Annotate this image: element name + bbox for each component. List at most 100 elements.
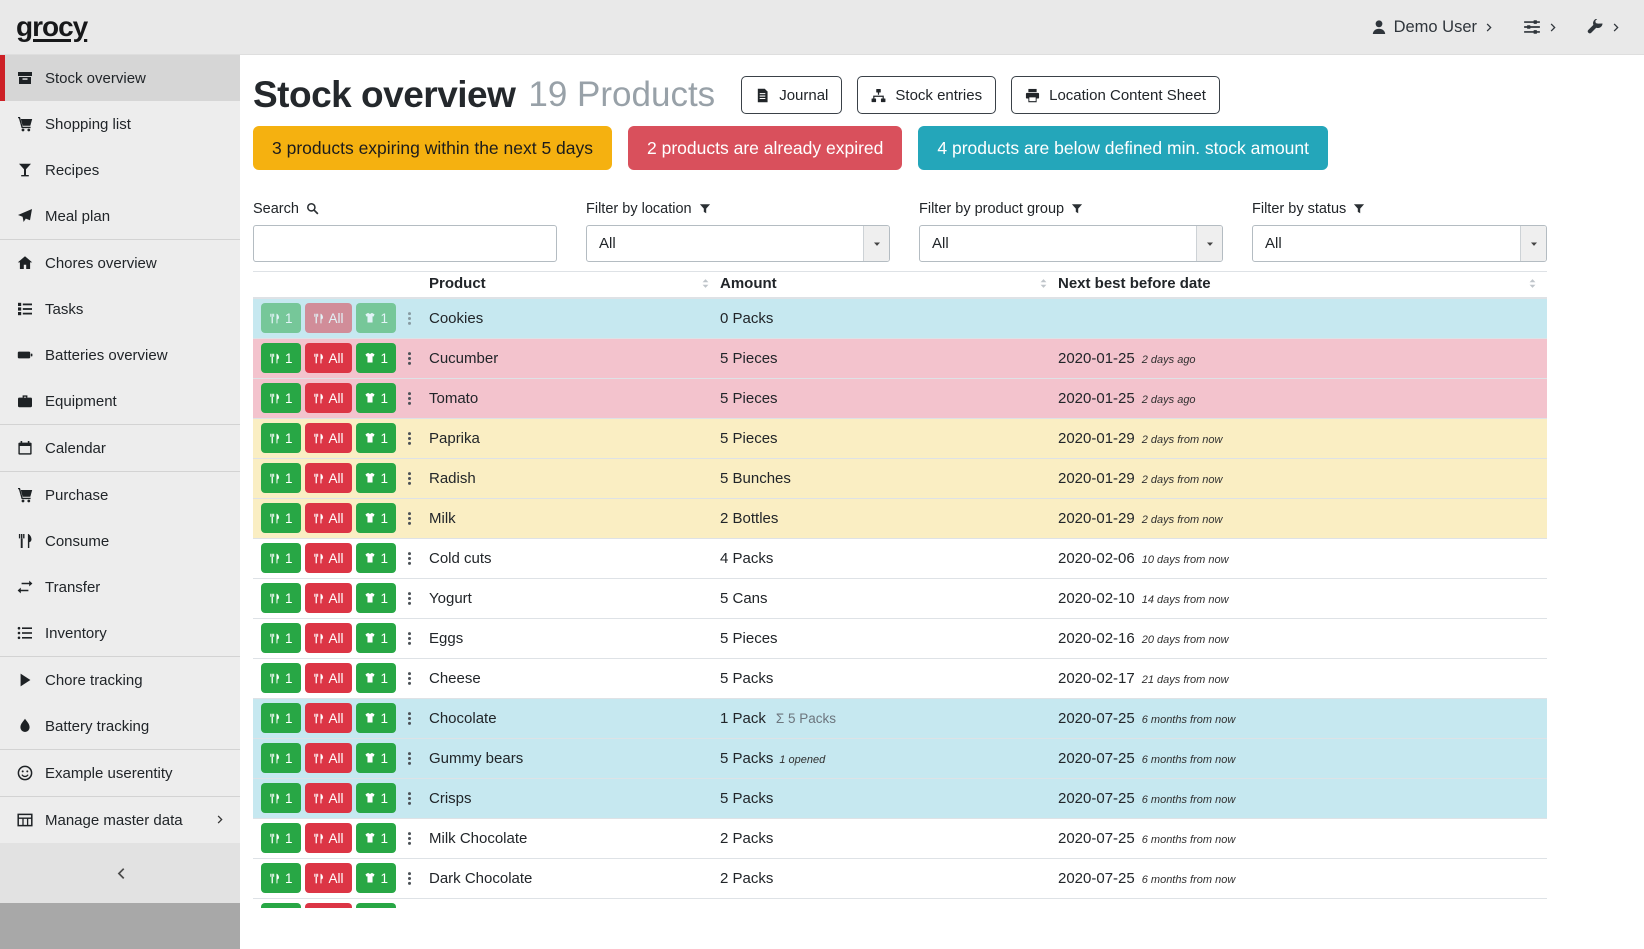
search-input[interactable] [253, 225, 557, 262]
open-one-button[interactable]: 1 [356, 823, 397, 853]
open-one-button[interactable]: 1 [356, 863, 397, 893]
consume-one-button[interactable]: 1 [261, 903, 301, 908]
column-header-best-before[interactable]: Next best before date [1058, 272, 1547, 299]
admin-menu[interactable] [1587, 19, 1622, 36]
consume-all-button[interactable]: All [305, 503, 352, 533]
product-name[interactable]: Paprika [429, 418, 720, 458]
consume-one-button[interactable]: 1 [261, 383, 301, 413]
row-menu-button[interactable] [400, 903, 419, 908]
consume-one-button[interactable]: 1 [261, 303, 301, 333]
row-menu-button[interactable] [400, 623, 419, 653]
product-name[interactable]: Cheese [429, 658, 720, 698]
open-one-button[interactable]: 1 [356, 503, 397, 533]
consume-all-button[interactable]: All [305, 863, 352, 893]
sidebar-item-battery-tracking[interactable]: Battery tracking [0, 703, 240, 749]
open-one-button[interactable]: 1 [356, 463, 397, 493]
consume-one-button[interactable]: 1 [261, 623, 301, 653]
consume-all-button[interactable]: All [305, 663, 352, 693]
consume-all-button[interactable]: All [305, 783, 352, 813]
consume-one-button[interactable]: 1 [261, 783, 301, 813]
sidebar-item-chores-overview[interactable]: Chores overview [0, 240, 240, 286]
sidebar-item-batteries-overview[interactable]: Batteries overview [0, 332, 240, 378]
row-menu-button[interactable] [400, 343, 419, 373]
open-one-button[interactable]: 1 [356, 663, 397, 693]
consume-all-button[interactable]: All [305, 383, 352, 413]
consume-one-button[interactable]: 1 [261, 423, 301, 453]
sidebar-item-stock-overview[interactable]: Stock overview [0, 55, 240, 101]
sidebar-item-manage-master-data[interactable]: Manage master data [0, 797, 240, 843]
location-select[interactable]: All [586, 225, 890, 262]
consume-one-button[interactable]: 1 [261, 863, 301, 893]
sidebar-item-transfer[interactable]: Transfer [0, 564, 240, 610]
column-header-amount[interactable]: Amount [720, 272, 1058, 299]
consume-one-button[interactable]: 1 [261, 663, 301, 693]
row-menu-button[interactable] [400, 743, 419, 773]
product-name[interactable]: Radish [429, 458, 720, 498]
sidebar-item-shopping-list[interactable]: Shopping list [0, 101, 240, 147]
sidebar-item-meal-plan[interactable]: Meal plan [0, 193, 240, 239]
consume-one-button[interactable]: 1 [261, 543, 301, 573]
row-menu-button[interactable] [400, 423, 419, 453]
consume-one-button[interactable]: 1 [261, 703, 301, 733]
product-group-select[interactable]: All [919, 225, 1223, 262]
consume-all-button[interactable]: All [305, 583, 352, 613]
sidebar-item-recipes[interactable]: Recipes [0, 147, 240, 193]
status-select[interactable]: All [1252, 225, 1547, 262]
open-one-button[interactable]: 1 [356, 623, 397, 653]
product-name[interactable]: Milk [429, 498, 720, 538]
consume-one-button[interactable]: 1 [261, 503, 301, 533]
sidebar-item-purchase[interactable]: Purchase [0, 472, 240, 518]
consume-all-button[interactable]: All [305, 623, 352, 653]
product-name[interactable]: Cookies [429, 298, 720, 338]
open-one-button[interactable]: 1 [356, 703, 397, 733]
product-name[interactable]: Gummy bears [429, 738, 720, 778]
row-menu-button[interactable] [400, 703, 419, 733]
open-one-button[interactable]: 1 [356, 383, 397, 413]
open-one-button[interactable]: 1 [356, 583, 397, 613]
row-menu-button[interactable] [400, 583, 419, 613]
sort-icon[interactable] [1037, 277, 1050, 290]
sidebar-item-chore-tracking[interactable]: Chore tracking [0, 657, 240, 703]
open-one-button[interactable]: 1 [356, 543, 397, 573]
row-menu-button[interactable] [400, 663, 419, 693]
consume-all-button[interactable]: All [305, 303, 352, 333]
row-menu-button[interactable] [400, 463, 419, 493]
product-name[interactable]: Eggs [429, 618, 720, 658]
row-menu-button[interactable] [400, 823, 419, 853]
grocy-logo[interactable]: grocy [16, 11, 87, 43]
consume-all-button[interactable]: All [305, 703, 352, 733]
product-name[interactable]: Yogurt [429, 578, 720, 618]
settings-menu[interactable] [1523, 18, 1559, 36]
user-menu[interactable]: Demo User [1371, 18, 1495, 37]
open-one-button[interactable]: 1 [356, 423, 397, 453]
journal-button[interactable]: Journal [741, 76, 842, 114]
row-menu-button[interactable] [400, 543, 419, 573]
sort-icon[interactable] [699, 277, 712, 290]
consume-all-button[interactable]: All [305, 543, 352, 573]
consume-all-button[interactable]: All [305, 743, 352, 773]
sidebar-collapse-button[interactable] [0, 843, 240, 903]
row-menu-button[interactable] [400, 503, 419, 533]
sidebar-item-inventory[interactable]: Inventory [0, 610, 240, 656]
product-name[interactable]: Crisps [429, 778, 720, 818]
sidebar-item-consume[interactable]: Consume [0, 518, 240, 564]
product-name[interactable]: Dark Chocolate [429, 858, 720, 898]
open-one-button[interactable]: 1 [356, 743, 397, 773]
consume-one-button[interactable]: 1 [261, 463, 301, 493]
consume-all-button[interactable]: All [305, 343, 352, 373]
product-name[interactable] [429, 898, 720, 908]
consume-one-button[interactable]: 1 [261, 823, 301, 853]
column-header-product[interactable]: Product [429, 272, 720, 299]
sort-icon[interactable] [1526, 277, 1539, 290]
open-one-button[interactable]: 1 [356, 343, 397, 373]
consume-one-button[interactable]: 1 [261, 743, 301, 773]
consume-one-button[interactable]: 1 [261, 583, 301, 613]
sidebar-item-tasks[interactable]: Tasks [0, 286, 240, 332]
banner-info[interactable]: 4 products are below defined min. stock … [918, 126, 1328, 170]
product-name[interactable]: Cucumber [429, 338, 720, 378]
banner-warning[interactable]: 3 products expiring within the next 5 da… [253, 126, 612, 170]
location-content-sheet-button[interactable]: Location Content Sheet [1011, 76, 1220, 114]
row-menu-button[interactable] [400, 783, 419, 813]
consume-one-button[interactable]: 1 [261, 343, 301, 373]
open-one-button[interactable]: 1 [356, 783, 397, 813]
